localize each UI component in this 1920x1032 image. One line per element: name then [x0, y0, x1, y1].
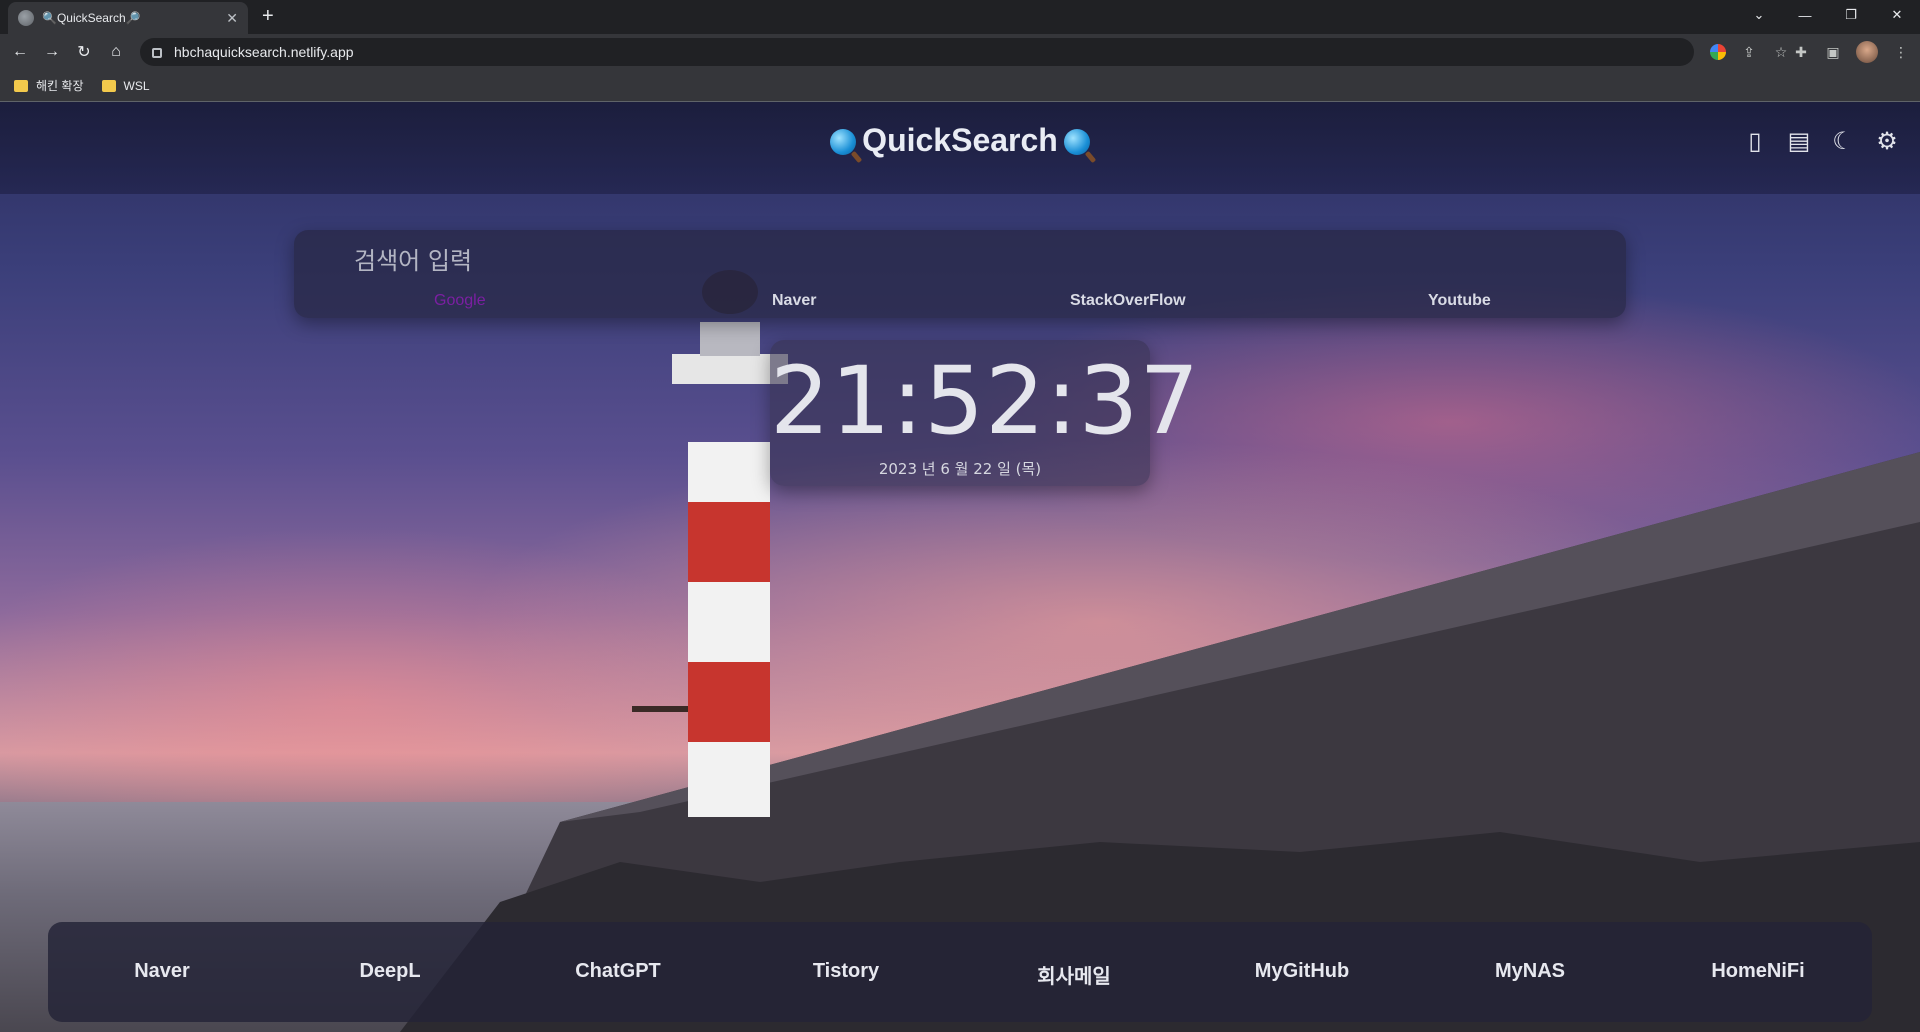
quick-link-chatgpt[interactable]: ChatGPT	[504, 960, 732, 983]
extension-actions: ✚ ▣ ⋮	[1792, 34, 1910, 70]
back-icon[interactable]: ←	[8, 40, 32, 64]
engine-youtube[interactable]: Youtube	[1428, 292, 1491, 310]
app-header: QuickSearch ▯ ▤ ☾ ⚙	[0, 102, 1920, 194]
clock-date: 2023 년 6 월 22 일 (목)	[878, 460, 1042, 478]
bookmarks-bar: 해킨 확장 WSL	[0, 70, 1920, 102]
new-tab-button[interactable]: +	[262, 6, 274, 26]
search-input[interactable]	[354, 244, 1354, 278]
moon-icon[interactable]: ☾	[1828, 126, 1858, 156]
engine-naver[interactable]: Naver	[772, 292, 816, 310]
folder-icon	[101, 79, 116, 92]
bookmark-label: WSL	[123, 78, 150, 93]
search-panel: Google Naver StackOverFlow Youtube	[294, 230, 1626, 318]
quick-link-company-mail[interactable]: 회사메일	[960, 960, 1188, 989]
gear-icon[interactable]: ⚙	[1872, 126, 1902, 156]
quick-link-deepl[interactable]: DeepL	[276, 960, 504, 983]
bookmark-folder-wsl[interactable]: WSL	[101, 78, 150, 93]
magnifier-left-icon	[830, 129, 857, 155]
tab-favicon-icon	[18, 10, 34, 26]
home-icon[interactable]: ⌂	[104, 40, 128, 64]
bookmark-folder-hackintosh[interactable]: 해킨 확장	[14, 77, 84, 94]
quick-link-mygithub[interactable]: MyGitHub	[1188, 960, 1416, 983]
quick-link-naver[interactable]: Naver	[48, 960, 276, 983]
reload-icon[interactable]: ↻	[72, 40, 96, 64]
google-lens-icon[interactable]	[1710, 44, 1726, 60]
quick-links-bar: Naver DeepL ChatGPT Tistory 회사메일 MyGitHu…	[48, 922, 1872, 1022]
quick-link-mynas[interactable]: MyNAS	[1416, 960, 1644, 983]
bookmark-label: 해킨 확장	[36, 79, 84, 93]
clock-card: 21:52:37 2023 년 6 월 22 일 (목)	[770, 340, 1201, 486]
quick-link-homenifi[interactable]: HomeNiFi	[1644, 960, 1872, 983]
tab-close-icon[interactable]: ✕	[226, 10, 238, 27]
table-icon[interactable]: ▤	[1784, 126, 1814, 156]
header-actions: ▯ ▤ ☾ ⚙	[1740, 126, 1902, 156]
notepad-icon[interactable]: ▯	[1740, 126, 1770, 156]
window-controls: ⌄ — ❐ ✕	[1736, 0, 1920, 30]
forward-icon[interactable]: →	[40, 40, 64, 64]
profile-avatar[interactable]	[1856, 41, 1878, 63]
page-background: QuickSearch ▯ ▤ ☾ ⚙ Google Naver StackOv…	[0, 102, 1920, 1032]
app-title: QuickSearch	[862, 122, 1058, 158]
tab-search-icon[interactable]: ⌄	[1736, 0, 1782, 30]
omnibox-actions: ⇪ ☆	[1710, 34, 1790, 70]
engine-google[interactable]: Google	[434, 292, 486, 310]
minimize-button[interactable]: —	[1782, 0, 1828, 30]
share-icon[interactable]: ⇪	[1740, 43, 1758, 61]
quick-link-tistory[interactable]: Tistory	[732, 960, 960, 983]
side-panel-icon[interactable]: ▣	[1824, 43, 1842, 61]
restore-button[interactable]: ❐	[1828, 0, 1874, 30]
address-url[interactable]: hbchaquicksearch.netlify.app	[174, 44, 354, 60]
browser-menu-icon[interactable]: ⋮	[1892, 43, 1910, 61]
tab-title: 🔍QuickSearch🔎	[42, 11, 141, 25]
address-bar[interactable]: hbchaquicksearch.netlify.app	[140, 38, 1694, 66]
tab-strip: 🔍QuickSearch🔎 ✕ + ⌄ — ❐ ✕	[0, 0, 1920, 34]
close-window-button[interactable]: ✕	[1874, 0, 1920, 30]
clock-time: 21:52:37	[770, 347, 1201, 456]
extensions-puzzle-icon[interactable]: ✚	[1792, 43, 1810, 61]
lock-icon[interactable]	[152, 48, 162, 58]
search-engine-tabs: Google Naver StackOverFlow Youtube	[294, 292, 1626, 312]
engine-stackoverflow[interactable]: StackOverFlow	[1070, 292, 1186, 310]
browser-tab[interactable]: 🔍QuickSearch🔎 ✕	[8, 2, 248, 34]
magnifier-right-icon	[1063, 129, 1090, 155]
folder-icon	[14, 79, 28, 92]
bookmark-star-icon[interactable]: ☆	[1772, 43, 1790, 61]
app-logo: QuickSearch	[0, 122, 1920, 159]
browser-toolbar: ← → ↻ ⌂ hbchaquicksearch.netlify.app	[0, 34, 1920, 70]
